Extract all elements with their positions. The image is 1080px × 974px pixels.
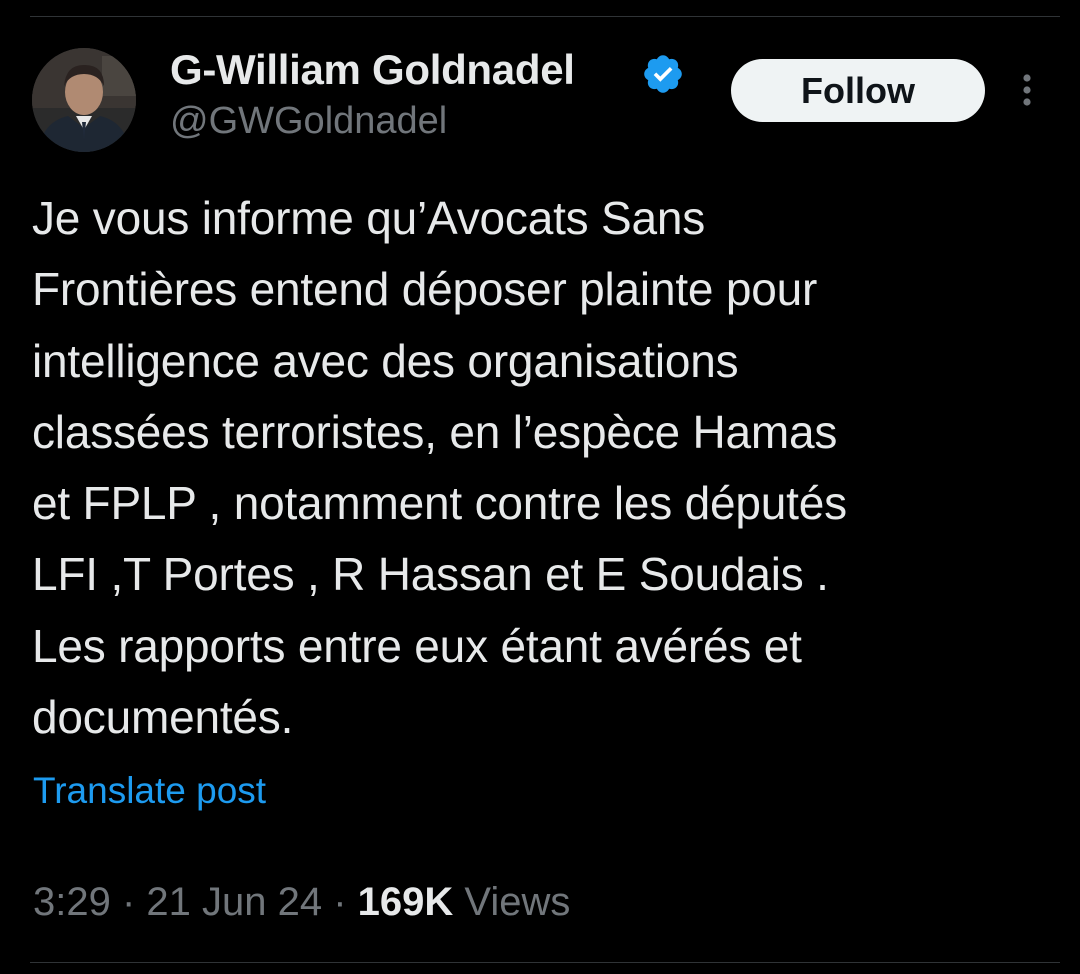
avatar-image <box>32 48 136 152</box>
tweet-date[interactable]: 21 Jun 24 <box>146 880 322 924</box>
views-count: 169K <box>357 880 454 924</box>
translate-post-link[interactable]: Translate post <box>33 770 266 812</box>
more-vertical-icon[interactable] <box>1010 70 1044 110</box>
tweet-text: Je vous informe qu’Avocats Sans Frontièr… <box>32 192 847 744</box>
avatar[interactable] <box>32 48 136 152</box>
author-name[interactable]: G-William Goldnadel <box>170 46 575 94</box>
top-divider <box>30 16 1060 17</box>
bottom-divider <box>30 962 1060 963</box>
follow-button[interactable]: Follow <box>731 59 985 122</box>
meta-separator: · <box>110 880 147 924</box>
author-handle[interactable]: @GWGoldnadel <box>170 100 447 143</box>
tweet-time[interactable]: 3:29 <box>33 880 111 924</box>
tweet-meta: 3:29 · 21 Jun 24 · 169K Views <box>33 880 570 925</box>
meta-separator: · <box>322 880 358 924</box>
views-label: Views <box>453 880 571 924</box>
verified-badge-icon <box>644 55 682 93</box>
